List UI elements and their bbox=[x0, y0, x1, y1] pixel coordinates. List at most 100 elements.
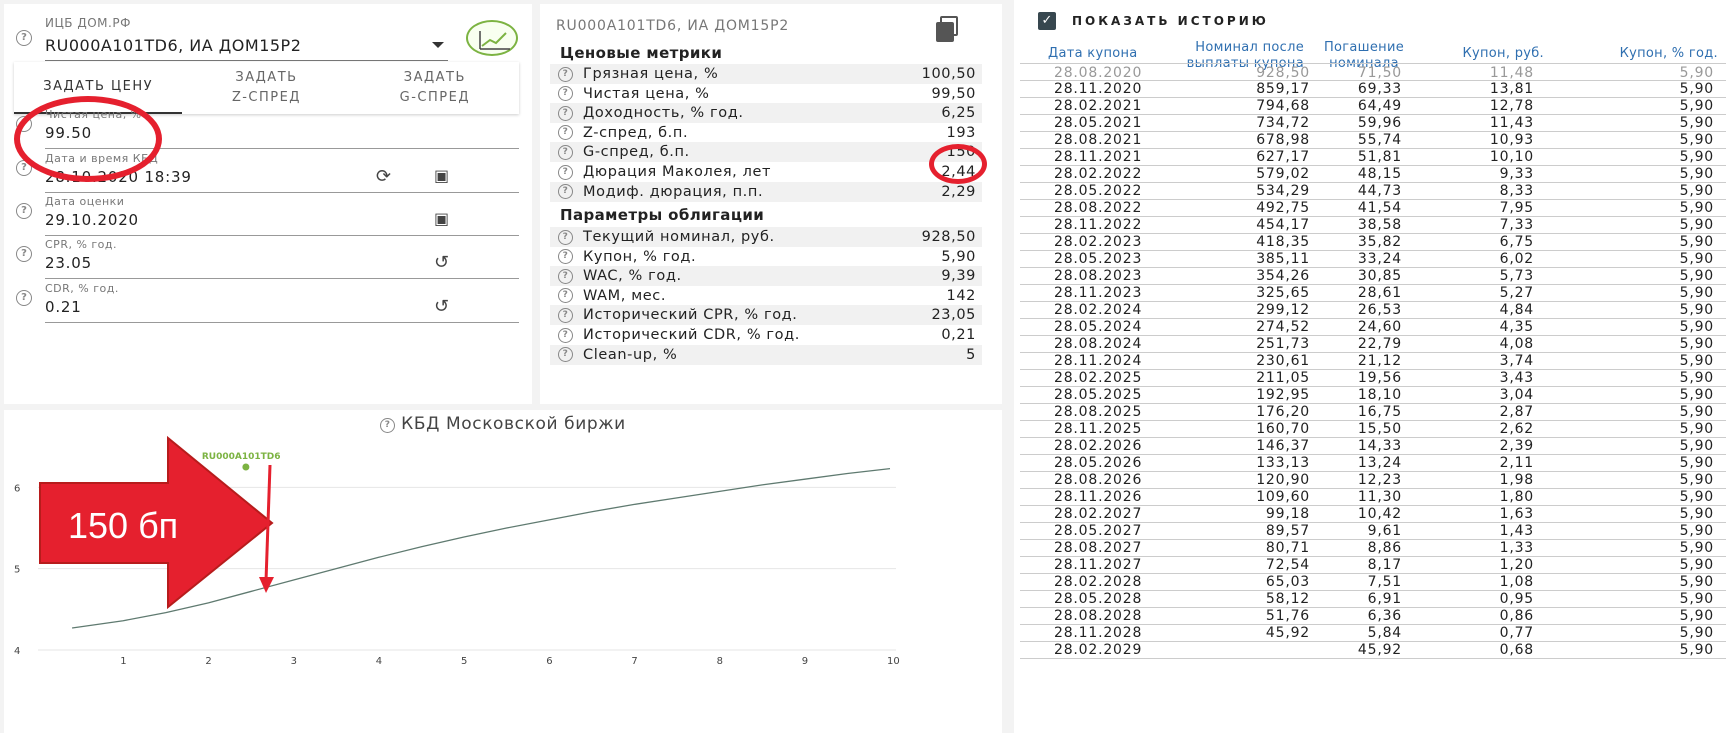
bond-selector-label: ИЦБ ДОМ.РФ bbox=[45, 16, 131, 30]
metric-row: ? Исторический CPR, % год. 23,05 bbox=[550, 305, 982, 326]
help-icon[interactable]: ? bbox=[16, 30, 32, 46]
table-cell: 6,36 bbox=[1367, 608, 1402, 624]
table-cell: 28.05.2025 bbox=[1054, 387, 1143, 403]
table-cell: 5,90 bbox=[1679, 455, 1714, 471]
column-header[interactable]: Купон, руб. bbox=[1424, 46, 1544, 62]
help-icon[interactable]: ? bbox=[558, 86, 573, 102]
checkbox-checked-icon[interactable]: ✓ bbox=[1038, 12, 1056, 30]
column-header[interactable]: Дата купона bbox=[1048, 46, 1148, 62]
table-cell: 10,93 bbox=[1489, 132, 1534, 148]
table-cell: 0,95 bbox=[1499, 591, 1534, 607]
metric-name: Доходность, % год. bbox=[583, 105, 744, 122]
table-cell: 21,12 bbox=[1357, 353, 1402, 369]
copy-icon[interactable] bbox=[936, 16, 958, 42]
help-icon[interactable]: ? bbox=[558, 125, 573, 141]
table-cell: 28.02.2022 bbox=[1054, 166, 1143, 182]
table-cell: 10,42 bbox=[1357, 506, 1402, 522]
table-cell: 325,65 bbox=[1256, 285, 1310, 301]
table-cell: 48,15 bbox=[1357, 166, 1402, 182]
help-icon[interactable]: ? bbox=[558, 229, 573, 245]
calendar-icon[interactable]: ▣ bbox=[434, 209, 449, 228]
table-cell: 33,24 bbox=[1357, 251, 1402, 267]
calendar-icon[interactable]: ▣ bbox=[434, 166, 449, 185]
metric-name: Модиф. дюрация, п.п. bbox=[583, 183, 764, 200]
table-cell: 89,57 bbox=[1265, 523, 1310, 539]
table-cell: 5,90 bbox=[1679, 404, 1714, 420]
reset-icon[interactable]: ↺ bbox=[434, 296, 449, 317]
help-icon[interactable]: ? bbox=[558, 268, 573, 284]
tab-label: ЗАДАТЬ ЦЕНУ bbox=[43, 79, 154, 94]
help-icon[interactable]: ? bbox=[558, 307, 573, 323]
table-cell: 492,75 bbox=[1256, 200, 1310, 216]
help-icon[interactable]: ? bbox=[558, 164, 573, 180]
chart-toggle-button[interactable] bbox=[466, 20, 518, 56]
table-cell: 13,81 bbox=[1489, 81, 1534, 97]
table-row: 28.02.2022 579,02 48,15 9,33 5,90 bbox=[1020, 165, 1726, 183]
table-row: 28.02.2025 211,05 19,56 3,43 5,90 bbox=[1020, 369, 1726, 387]
help-icon[interactable]: ? bbox=[558, 327, 573, 343]
help-icon[interactable]: ? bbox=[16, 290, 32, 306]
cdr-input[interactable]: 0.21 bbox=[45, 298, 82, 316]
help-icon[interactable]: ? bbox=[558, 144, 573, 160]
reset-icon[interactable]: ↺ bbox=[434, 252, 449, 273]
table-cell: 4,08 bbox=[1499, 336, 1534, 352]
tab-set-g-spread[interactable]: ЗАДАТЬ G-СПРЕД bbox=[351, 62, 519, 114]
table-cell: 1,43 bbox=[1499, 523, 1534, 539]
metrics-panel-title: RU000A101TD6, ИА ДОМ15Р2 bbox=[556, 18, 790, 34]
table-cell: 28.08.2027 bbox=[1054, 540, 1143, 556]
table-cell: 4,35 bbox=[1499, 319, 1534, 335]
table-cell: 859,17 bbox=[1256, 81, 1310, 97]
table-cell: 5,90 bbox=[1679, 166, 1714, 182]
table-cell: 72,54 bbox=[1265, 557, 1310, 573]
table-cell: 41,54 bbox=[1357, 200, 1402, 216]
column-header[interactable]: Купон, % год. bbox=[1554, 46, 1718, 62]
table-row: 28.11.2021 627,17 51,81 10,10 5,90 bbox=[1020, 148, 1726, 166]
help-icon[interactable]: ? bbox=[16, 246, 32, 262]
table-row: 28.05.2023 385,11 33,24 6,02 5,90 bbox=[1020, 250, 1726, 268]
table-cell: 5,90 bbox=[1679, 217, 1714, 233]
help-icon[interactable]: ? bbox=[16, 203, 32, 219]
table-cell: 3,74 bbox=[1499, 353, 1534, 369]
show-history-toggle[interactable]: ✓ ПОКАЗАТЬ ИСТОРИЮ bbox=[1038, 12, 1269, 30]
table-cell: 28.05.2024 bbox=[1054, 319, 1143, 335]
help-icon[interactable]: ? bbox=[558, 347, 573, 363]
cdr-field[interactable]: ? CDR, % год. 0.21 ↺ bbox=[14, 282, 519, 326]
metric-value: 9,39 bbox=[941, 268, 976, 285]
table-row: 28.02.2027 99,18 10,42 1,63 5,90 bbox=[1020, 505, 1726, 523]
bond-selector-value[interactable]: RU000A101TD6, ИА ДОМ15Р2 bbox=[45, 36, 301, 55]
table-cell: 5,27 bbox=[1499, 285, 1534, 301]
help-icon[interactable]: ? bbox=[558, 66, 573, 82]
table-cell: 5,73 bbox=[1499, 268, 1534, 284]
table-cell: 5,84 bbox=[1367, 625, 1402, 641]
metric-row: ? Модиф. дюрация, п.п. 2,29 bbox=[550, 181, 982, 202]
metric-name: Исторический CPR, % год. bbox=[583, 307, 798, 324]
help-icon[interactable]: ? bbox=[558, 184, 573, 200]
table-cell: 8,33 bbox=[1499, 183, 1534, 199]
dropdown-arrow-icon[interactable] bbox=[432, 42, 444, 48]
table-row: 28.08.2021 678,98 55,74 10,93 5,90 bbox=[1020, 131, 1726, 149]
tab-set-z-spread[interactable]: ЗАДАТЬ Z-СПРЕД bbox=[182, 62, 350, 114]
spread-arrow-head bbox=[259, 577, 274, 593]
line-chart-icon bbox=[479, 31, 510, 50]
table-cell: 51,81 bbox=[1357, 149, 1402, 165]
table-cell: 10,10 bbox=[1489, 149, 1534, 165]
cpr-field[interactable]: ? CPR, % год. 23.05 ↺ bbox=[14, 238, 519, 282]
refresh-icon[interactable]: ⟳ bbox=[376, 166, 391, 187]
table-cell: 12,78 bbox=[1489, 98, 1534, 114]
table-cell: 28.02.2026 bbox=[1054, 438, 1143, 454]
table-cell: 5,90 bbox=[1679, 540, 1714, 556]
table-cell: 28.02.2021 bbox=[1054, 98, 1143, 114]
help-icon[interactable]: ? bbox=[558, 105, 573, 121]
field-underline bbox=[45, 235, 519, 236]
help-icon[interactable]: ? bbox=[558, 249, 573, 265]
cpr-input[interactable]: 23.05 bbox=[45, 254, 92, 272]
table-cell: 8,17 bbox=[1367, 557, 1402, 573]
table-cell: 28.02.2023 bbox=[1054, 234, 1143, 250]
valuation-date-field[interactable]: ? Дата оценки 29.10.2020 ▣ bbox=[14, 195, 519, 239]
table-cell: 28.11.2028 bbox=[1054, 625, 1143, 641]
table-cell: 2,87 bbox=[1499, 404, 1534, 420]
valuation-date-input[interactable]: 29.10.2020 bbox=[45, 211, 139, 229]
table-cell: 5,90 bbox=[1679, 98, 1714, 114]
table-cell: 1,20 bbox=[1499, 557, 1534, 573]
help-icon[interactable]: ? bbox=[558, 288, 573, 304]
